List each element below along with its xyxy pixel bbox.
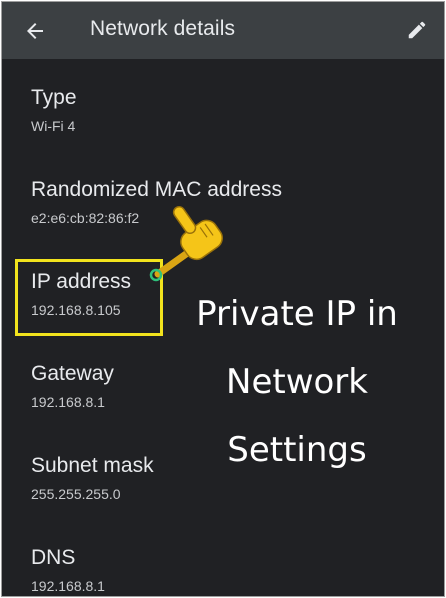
detail-item-type: Type Wi-Fi 4 [31,85,77,135]
detail-label: Gateway [31,362,114,385]
detail-item-dns: DNS 192.168.8.1 [31,545,105,595]
detail-value: 192.168.8.1 [31,394,105,410]
arrow-left-icon[interactable] [23,19,47,43]
annotation-line: Network [226,362,368,402]
detail-value: Wi-Fi 4 [31,118,76,134]
detail-value: e2:e6:cb:82:86:f2 [31,210,140,226]
pencil-icon[interactable] [406,19,428,41]
detail-value: 192.168.8.1 [31,578,105,594]
detail-label: Type [31,86,77,109]
page-title: Network details [90,17,236,40]
annotation-line: Settings [227,430,367,470]
annotation-caption: Private IP in Network Settings [172,280,422,484]
detail-label: Randomized MAC address [31,178,282,201]
detail-item-mac-address: Randomized MAC address e2:e6:cb:82:86:f2 [31,177,282,227]
detail-item-gateway: Gateway 192.168.8.1 [31,361,114,411]
ip-highlight-box [15,259,163,336]
screenshot-frame: Network details Type Wi-Fi 4 Randomized … [1,1,445,597]
detail-value: 255.255.255.0 [31,486,121,502]
app-bar: Network details [2,2,444,59]
detail-label: DNS [31,546,76,569]
detail-label: Subnet mask [31,454,154,477]
annotation-line: Private IP in [196,294,398,334]
detail-item-subnet-mask: Subnet mask 255.255.255.0 [31,453,154,503]
